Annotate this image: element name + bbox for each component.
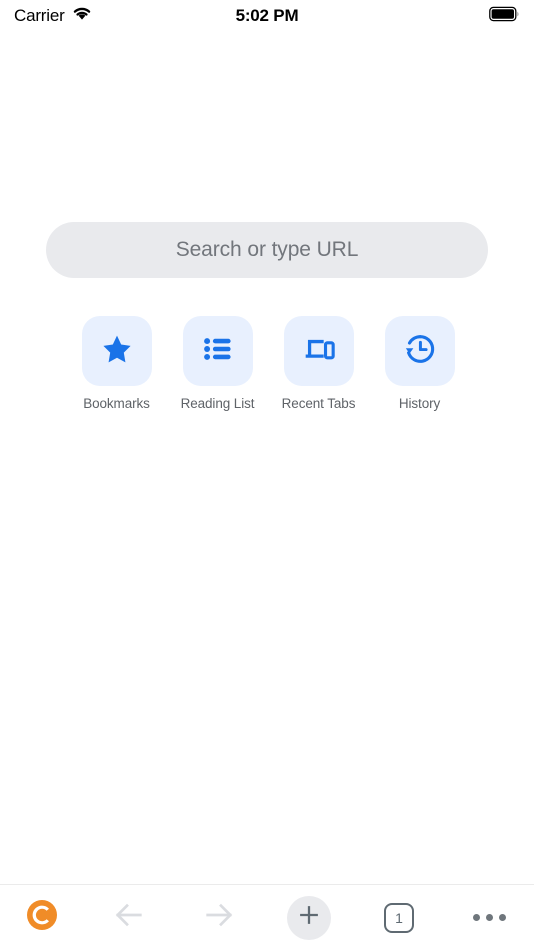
- shortcut-label-bookmarks: Bookmarks: [83, 396, 150, 411]
- shortcut-label-history: History: [398, 396, 441, 411]
- tab-switcher-button[interactable]: 1: [354, 885, 444, 950]
- search-input[interactable]: Search or type URL: [46, 222, 488, 278]
- battery-full-icon: [489, 6, 520, 27]
- menu-dot: [498, 914, 506, 921]
- devices-icon: [302, 332, 336, 371]
- back-button[interactable]: [84, 885, 174, 950]
- new-tab-page: Search or type URL Bookmarks Reading Lis…: [0, 32, 534, 884]
- shortcut-tile-bookmarks[interactable]: [81, 316, 152, 386]
- status-bar-left: Carrier: [14, 6, 184, 26]
- carrier-label: Carrier: [14, 6, 65, 25]
- more-horizontal-icon: [472, 914, 506, 921]
- wifi-icon: [72, 6, 92, 26]
- shortcut-bookmarks[interactable]: Bookmarks: [66, 316, 167, 411]
- status-bar-center: 5:02 PM: [184, 6, 350, 26]
- search-placeholder: Search or type URL: [175, 238, 359, 261]
- menu-dot: [472, 914, 480, 921]
- new-tab-button-circle[interactable]: [287, 895, 331, 940]
- plus-icon: [296, 902, 322, 933]
- brand-logo-button[interactable]: [0, 885, 84, 950]
- shortcut-label-reading-list: Reading List: [180, 396, 255, 411]
- bottom-toolbar: 1: [0, 884, 534, 950]
- shortcut-row: Bookmarks Reading List Recent Tabs Histo…: [66, 316, 470, 411]
- star-icon: [100, 332, 134, 371]
- arrow-forward-icon: [202, 898, 236, 937]
- shortcut-reading-list[interactable]: Reading List: [167, 316, 268, 411]
- status-bar: Carrier 5:02 PM: [0, 0, 534, 32]
- forward-button[interactable]: [174, 885, 264, 950]
- arrow-back-icon: [112, 898, 146, 937]
- menu-button[interactable]: [444, 885, 534, 950]
- clock-history-icon: [403, 332, 437, 371]
- tab-count-label: 1: [395, 909, 403, 926]
- new-tab-button[interactable]: [264, 885, 354, 950]
- shortcut-history[interactable]: History: [369, 316, 470, 411]
- shortcut-recent-tabs[interactable]: Recent Tabs: [268, 316, 369, 411]
- status-bar-right: [350, 6, 520, 27]
- shortcut-label-recent-tabs: Recent Tabs: [281, 396, 356, 411]
- status-time: 5:02 PM: [235, 6, 299, 25]
- menu-dot: [485, 914, 493, 921]
- shortcut-tile-history[interactable]: [384, 316, 455, 386]
- shortcut-tile-reading-list[interactable]: [182, 316, 253, 386]
- list-icon: [201, 332, 235, 371]
- shortcut-tile-recent-tabs[interactable]: [283, 316, 354, 386]
- tab-count-box[interactable]: 1: [384, 902, 414, 933]
- chromium-c-logo-icon: [25, 898, 59, 937]
